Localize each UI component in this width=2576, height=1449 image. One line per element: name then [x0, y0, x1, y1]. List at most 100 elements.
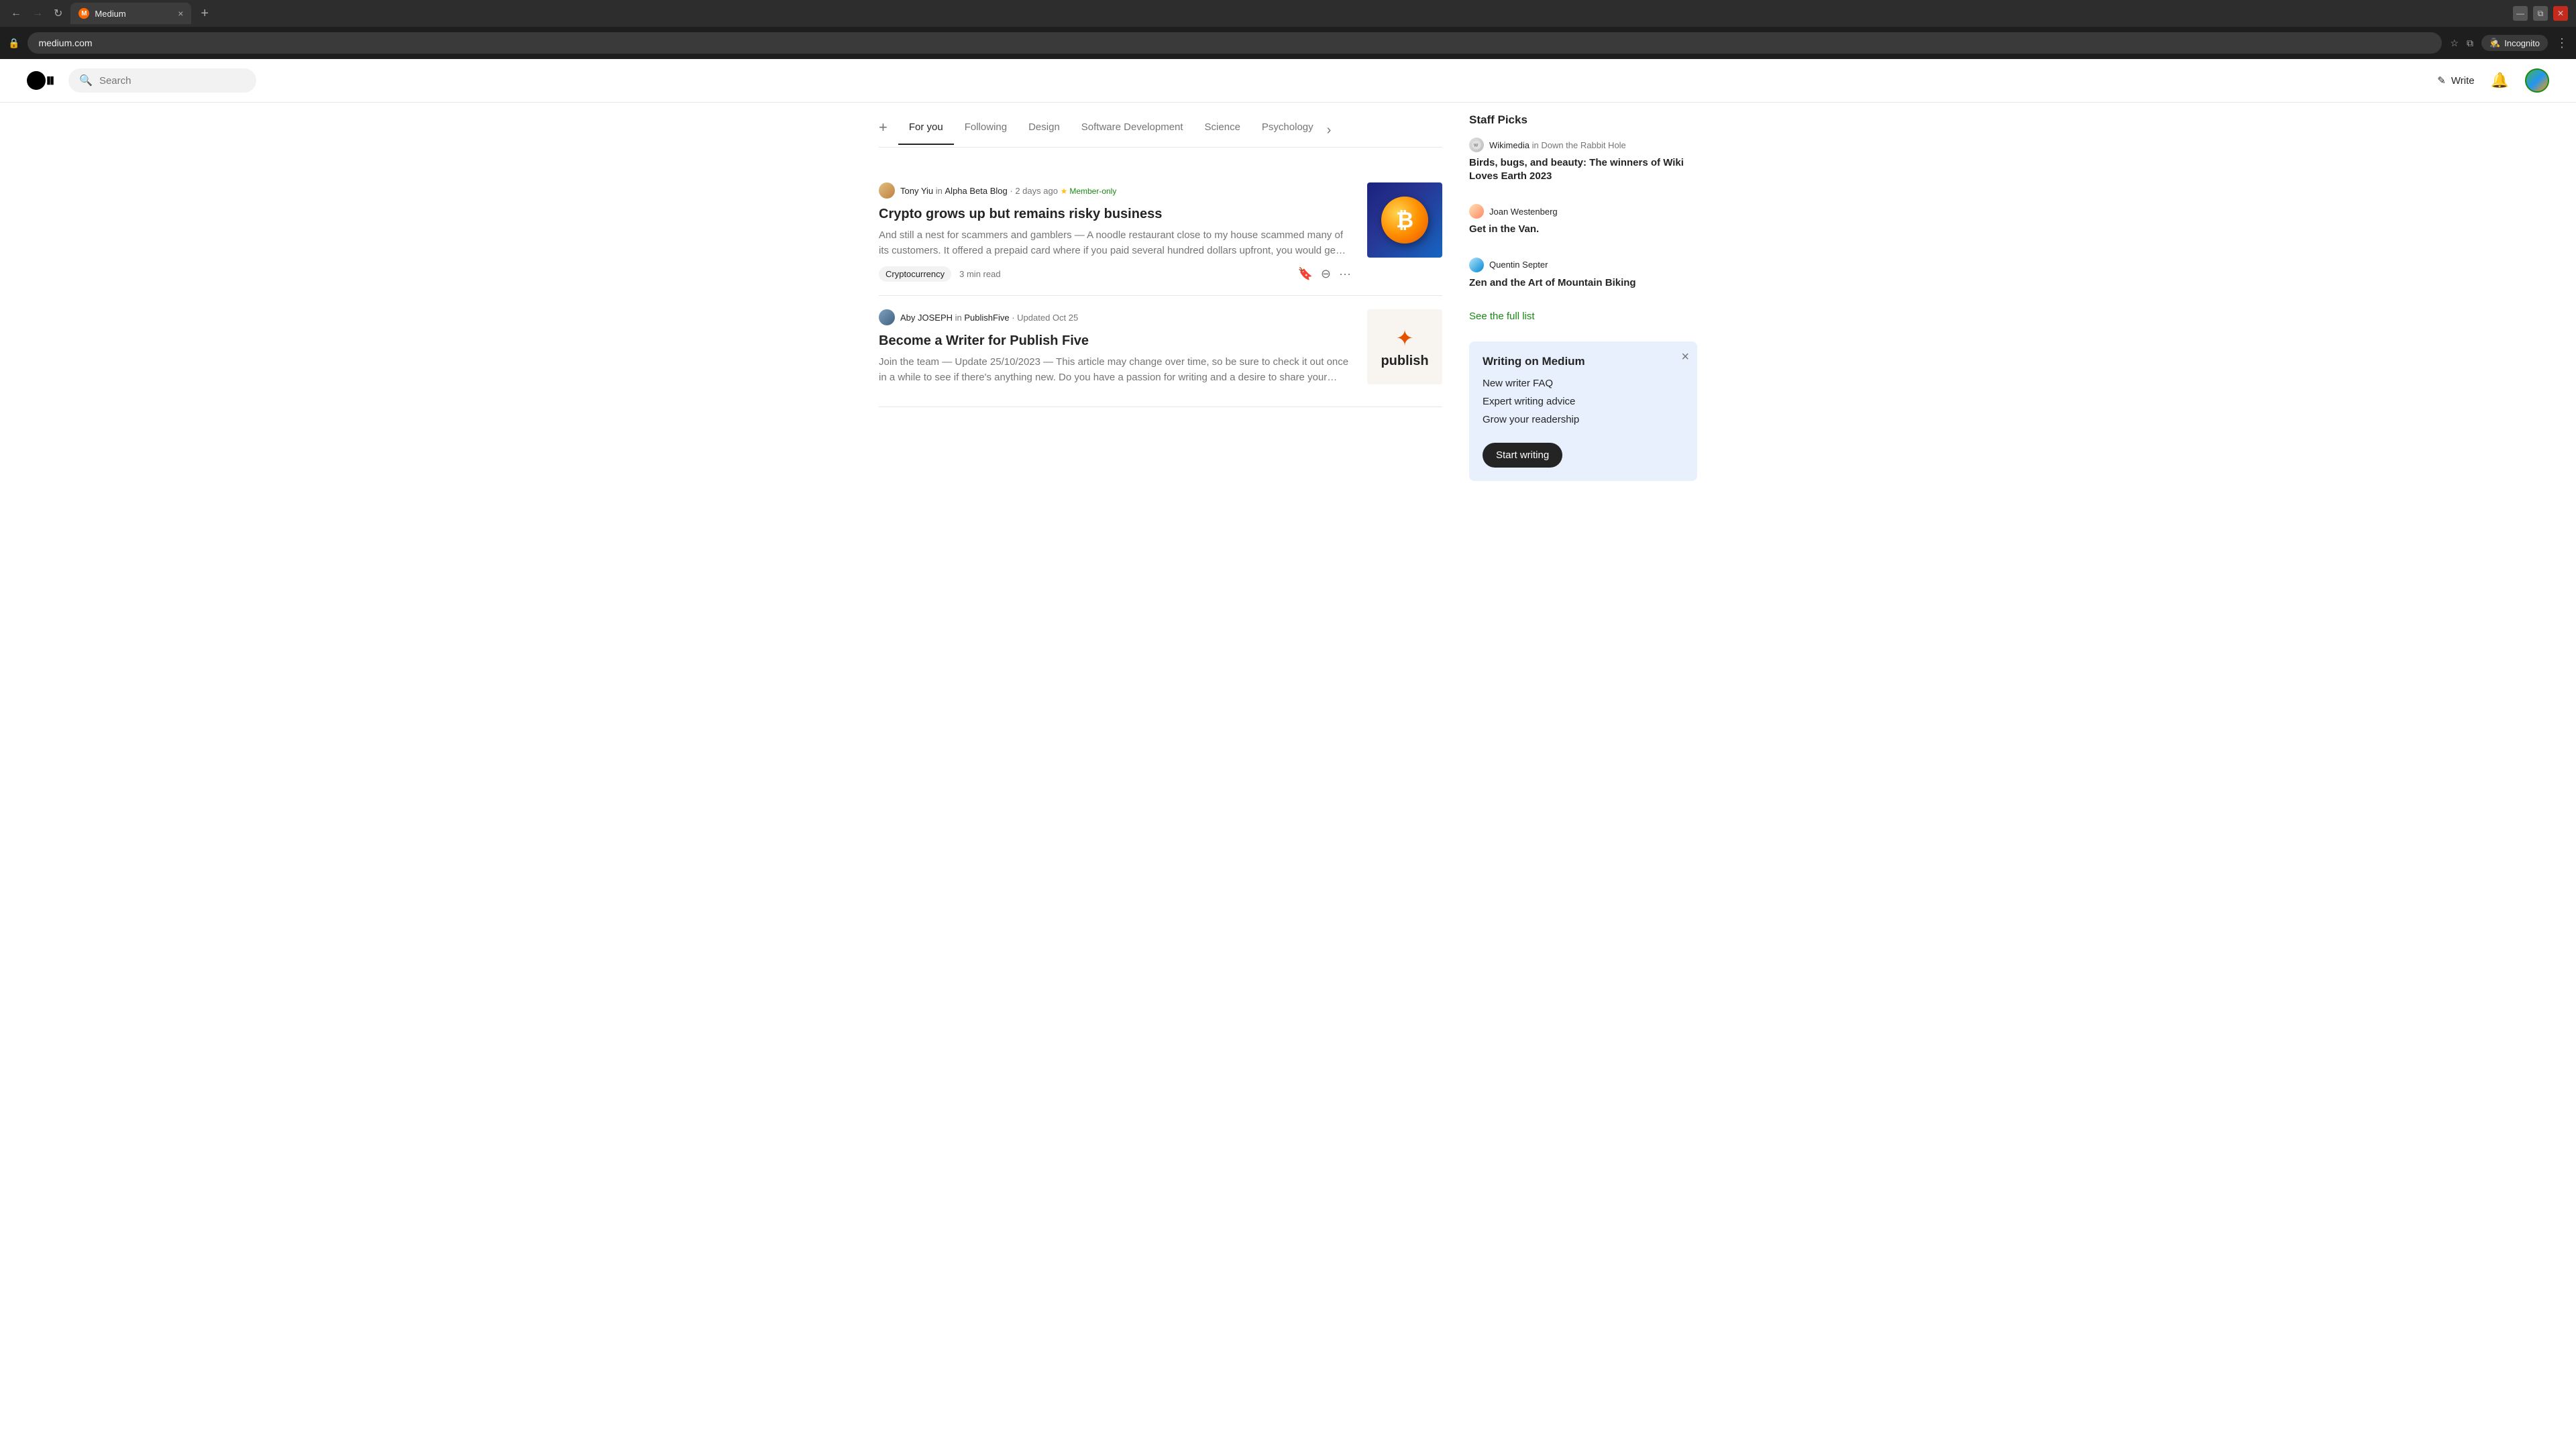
- medium-page: ⏸ 🔍 Search ✎ Write 🔔 + For you: [0, 59, 2576, 1425]
- logo-circle: [27, 71, 46, 90]
- tab-software-development[interactable]: Software Development: [1071, 116, 1194, 145]
- medium-header: ⏸ 🔍 Search ✎ Write 🔔: [0, 59, 2576, 103]
- more-topics-arrow[interactable]: ›: [1327, 123, 1332, 138]
- member-badge-1: ★ Member-only: [1061, 186, 1117, 196]
- address-bar-input[interactable]: [28, 32, 2442, 54]
- split-view-icon[interactable]: ⧉: [2467, 38, 2473, 49]
- publish-image: ✦ publish: [1367, 309, 1442, 384]
- close-writing-card-button[interactable]: ×: [1681, 350, 1689, 365]
- incognito-badge: 🕵 Incognito: [2481, 35, 2548, 51]
- author-avatar-2: [879, 309, 895, 325]
- pick-avatar-3: [1469, 258, 1484, 272]
- article-left-1: Tony Yiu in Alpha Beta Blog · 2 days ago…: [879, 182, 1351, 282]
- bell-icon: 🔔: [2491, 72, 2509, 89]
- more-button-1[interactable]: ···: [1339, 267, 1351, 281]
- publish-star-icon: ✦: [1396, 325, 1414, 351]
- minimize-btn[interactable]: —: [2513, 6, 2528, 21]
- window-controls: ← → ↻: [8, 4, 65, 23]
- browser-menu-btn[interactable]: ⋮: [2556, 36, 2568, 50]
- tab-psychology[interactable]: Psychology: [1251, 116, 1324, 145]
- tab-following[interactable]: Following: [954, 116, 1018, 145]
- sidebar: Staff Picks W Wikimedia in Down the Rabb…: [1469, 103, 1697, 481]
- staff-picks-section: Staff Picks W Wikimedia in Down the Rabb…: [1469, 113, 1697, 323]
- avatar-placeholder-2: [879, 309, 895, 325]
- article-excerpt-2: Join the team — Update 25/10/2023 — This…: [879, 355, 1351, 385]
- article-tag-1[interactable]: Cryptocurrency: [879, 266, 951, 282]
- tab-title: Medium: [95, 9, 172, 19]
- pick-author-1: W Wikimedia in Down the Rabbit Hole: [1469, 138, 1697, 152]
- browser-titlebar: ← → ↻ M Medium × + — ⧉ ✕: [0, 0, 2576, 27]
- medium-logo[interactable]: ⏸: [27, 71, 55, 90]
- pick-title-2[interactable]: Get in the Van.: [1469, 223, 1697, 236]
- ellipsis-icon-1: ···: [1339, 267, 1351, 280]
- star-icon-1: ★: [1061, 186, 1068, 196]
- article-title-2[interactable]: Become a Writer for Publish Five: [879, 332, 1351, 350]
- notification-button[interactable]: 🔔: [2491, 72, 2509, 89]
- header-right: ✎ Write 🔔: [2437, 68, 2549, 93]
- user-avatar[interactable]: [2525, 68, 2549, 93]
- publish-brand-text: publish: [1381, 354, 1428, 369]
- staff-pick-3: Quentin Septer Zen and the Art of Mounta…: [1469, 258, 1697, 301]
- bookmark-icon[interactable]: ☆: [2450, 38, 2459, 49]
- write-icon: ✎: [2437, 74, 2446, 87]
- tab-close-btn[interactable]: ×: [178, 8, 183, 19]
- staff-pick-1: W Wikimedia in Down the Rabbit Hole Bird…: [1469, 138, 1697, 193]
- feed-area: + For you Following Design Software Deve…: [879, 103, 1442, 481]
- lock-icon: 🔒: [8, 38, 19, 49]
- grow-readership-link[interactable]: Grow your readership: [1483, 414, 1684, 425]
- bookmark-save-icon-1: 🔖: [1298, 267, 1313, 280]
- article-thumbnail-1: ₿: [1367, 182, 1442, 258]
- read-time-1: 3 min read: [959, 269, 1000, 279]
- expert-writing-advice-link[interactable]: Expert writing advice: [1483, 396, 1684, 407]
- write-button[interactable]: ✎ Write: [2437, 74, 2474, 87]
- article-title-1[interactable]: Crypto grows up but remains risky busine…: [879, 205, 1351, 223]
- new-tab-btn[interactable]: +: [201, 3, 209, 24]
- new-writer-faq-link[interactable]: New writer FAQ: [1483, 378, 1684, 389]
- hide-button-1[interactable]: ⊖: [1321, 267, 1331, 281]
- author-name-2: Aby JOSEPH in PublishFive · Updated Oct …: [900, 313, 1078, 323]
- nav-back-btn[interactable]: ←: [8, 5, 24, 22]
- save-button-1[interactable]: 🔖: [1298, 267, 1313, 281]
- pick-title-3[interactable]: Zen and the Art of Mountain Biking: [1469, 276, 1697, 290]
- pick-author-2: Joan Westenberg: [1469, 204, 1697, 219]
- browser-addressbar: 🔒 ☆ ⧉ 🕵 Incognito ⋮: [0, 27, 2576, 59]
- article-left-2: Aby JOSEPH in PublishFive · Updated Oct …: [879, 309, 1351, 393]
- staff-pick-2: Joan Westenberg Get in the Van.: [1469, 204, 1697, 247]
- author-name-1: Tony Yiu in Alpha Beta Blog · 2 days ago…: [900, 186, 1116, 196]
- svg-text:W: W: [1474, 144, 1479, 148]
- start-writing-button[interactable]: Start writing: [1483, 443, 1562, 468]
- browser-chrome: ← → ↻ M Medium × + — ⧉ ✕ 🔒 ☆ ⧉ 🕵 Incogni…: [0, 0, 2576, 59]
- close-btn[interactable]: ✕: [2553, 6, 2568, 21]
- tab-favicon: M: [78, 8, 89, 19]
- article-actions-1: 🔖 ⊖ ···: [1298, 267, 1352, 281]
- nav-forward-btn[interactable]: →: [30, 5, 46, 22]
- pick-title-1[interactable]: Birds, bugs, and beauty: The winners of …: [1469, 156, 1697, 182]
- search-icon: 🔍: [79, 74, 93, 87]
- close-icon: ×: [1681, 350, 1689, 364]
- incognito-label: Incognito: [2504, 38, 2540, 48]
- minus-circle-icon-1: ⊖: [1321, 267, 1331, 280]
- article-card-1: Tony Yiu in Alpha Beta Blog · 2 days ago…: [879, 169, 1442, 296]
- add-topic-button[interactable]: +: [879, 113, 898, 147]
- feed-tabs: + For you Following Design Software Deve…: [879, 103, 1442, 148]
- nav-refresh-btn[interactable]: ↻: [51, 4, 65, 23]
- writing-on-medium-card: × Writing on Medium New writer FAQ Exper…: [1469, 341, 1697, 481]
- staff-picks-title: Staff Picks: [1469, 113, 1697, 127]
- article-excerpt-1: And still a nest for scammers and gamble…: [879, 228, 1351, 258]
- tab-science[interactable]: Science: [1194, 116, 1251, 145]
- avatar-placeholder-1: [879, 182, 895, 199]
- incognito-icon: 🕵: [2489, 38, 2500, 48]
- article-thumbnail-2: ✦ publish: [1367, 309, 1442, 384]
- active-browser-tab[interactable]: M Medium ×: [70, 3, 191, 24]
- see-full-list-link[interactable]: See the full list: [1469, 311, 1535, 322]
- maximize-btn[interactable]: ⧉: [2533, 6, 2548, 21]
- content-area: + For you Following Design Software Deve…: [852, 103, 1724, 481]
- pick-author-meta-1: Wikimedia in Down the Rabbit Hole: [1489, 140, 1626, 150]
- pick-avatar-2: [1469, 204, 1484, 219]
- article-meta-1: Tony Yiu in Alpha Beta Blog · 2 days ago…: [879, 182, 1351, 199]
- tab-design[interactable]: Design: [1018, 116, 1071, 145]
- bitcoin-coin-icon: ₿: [1381, 197, 1428, 244]
- tab-for-you[interactable]: For you: [898, 116, 954, 145]
- search-bar[interactable]: 🔍 Search: [68, 68, 256, 93]
- article-meta-2: Aby JOSEPH in PublishFive · Updated Oct …: [879, 309, 1351, 325]
